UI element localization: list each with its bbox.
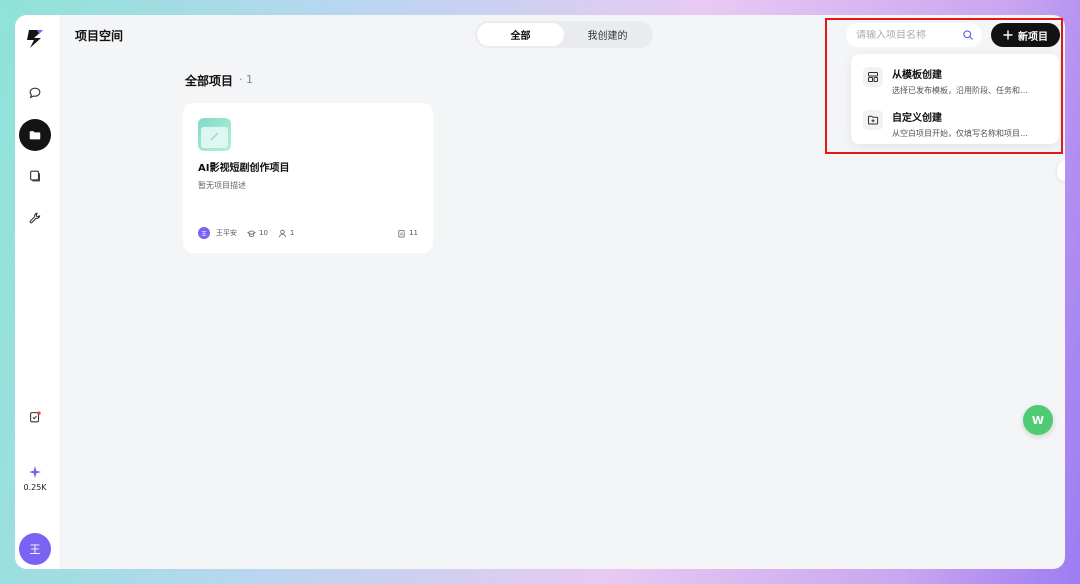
project-title: AI影视短剧创作项目	[198, 163, 290, 174]
new-project-button[interactable]: 新项目	[991, 23, 1060, 47]
new-project-label: 新项目	[1018, 31, 1048, 43]
views-count: 10	[259, 229, 268, 237]
section-title: 全部项目	[185, 74, 234, 88]
floating-assistant-button[interactable]: W	[1023, 405, 1053, 435]
book-icon	[30, 170, 40, 182]
clipboard-icon	[398, 229, 405, 238]
project-owner: 王 王平安	[198, 227, 237, 239]
project-count: · 1	[239, 73, 253, 86]
new-project-menu: 从模板创建 选择已发布模板，沿用阶段、任务和… 自定义创建 从空白项目开始，仅填…	[851, 54, 1059, 144]
sidebar: 0.25K 王	[15, 15, 61, 569]
folder-plus-icon	[863, 110, 883, 130]
menu-item-custom[interactable]: 自定义创建 从空白项目开始，仅填写名称和项目…	[863, 105, 1047, 148]
credits[interactable]: 0.25K	[15, 465, 55, 492]
menu-item-desc: 选择已发布模板，沿用阶段、任务和…	[892, 86, 1028, 95]
hat-icon	[247, 229, 256, 237]
tab-all[interactable]: 全部	[477, 23, 564, 46]
clipboard-check-icon	[30, 411, 41, 423]
user-icon	[278, 229, 286, 237]
logo-icon[interactable]	[24, 27, 48, 51]
sidebar-item-tools[interactable]	[19, 202, 51, 234]
app-window: 0.25K 王 项目空间 全部 我创建的 新项目 从模板创建 选择已发布模板，沿…	[15, 15, 1065, 569]
search-input[interactable]	[856, 29, 956, 41]
user-avatar[interactable]: 王	[19, 533, 51, 565]
project-members: 1	[278, 229, 294, 238]
project-tasks: 11	[397, 229, 418, 238]
template-icon	[863, 67, 883, 87]
menu-item-from-template[interactable]: 从模板创建 选择已发布模板，沿用阶段、任务和…	[863, 62, 1047, 105]
project-views: 10	[247, 229, 268, 238]
sidebar-item-chat[interactable]	[19, 77, 51, 109]
search-box	[846, 23, 982, 47]
project-thumbnail-icon	[198, 118, 231, 151]
sidebar-item-folder[interactable]	[19, 119, 51, 151]
search-icon[interactable]	[962, 29, 974, 41]
menu-item-desc: 从空白项目开始，仅填写名称和项目…	[892, 129, 1028, 138]
chat-icon	[29, 87, 41, 99]
sidebar-item-library[interactable]	[19, 160, 51, 192]
plus-icon	[1003, 30, 1013, 40]
menu-item-title: 自定义创建	[892, 113, 942, 124]
folder-icon	[29, 131, 41, 140]
filter-tabs: 全部 我创建的	[475, 21, 653, 48]
side-panel-tab[interactable]	[1057, 160, 1065, 182]
credits-value: 0.25K	[23, 483, 47, 492]
wrench-icon	[29, 212, 41, 224]
menu-item-title: 从模板创建	[892, 70, 942, 81]
owner-avatar: 王	[198, 227, 210, 239]
owner-name: 王平安	[216, 229, 237, 237]
project-description: 暂无项目描述	[198, 181, 246, 190]
project-meta: 王 王平安 10 1 11	[198, 227, 418, 239]
project-card[interactable]: AI影视短剧创作项目 暂无项目描述 王 王平安 10 1 11	[183, 103, 433, 253]
members-count: 1	[289, 229, 295, 237]
page-title: 项目空间	[75, 29, 124, 43]
sparkle-icon	[28, 465, 42, 479]
tab-created-by-me[interactable]: 我创建的	[564, 23, 651, 46]
task-notification-button[interactable]	[19, 401, 51, 433]
tasks-count: 11	[409, 229, 418, 237]
